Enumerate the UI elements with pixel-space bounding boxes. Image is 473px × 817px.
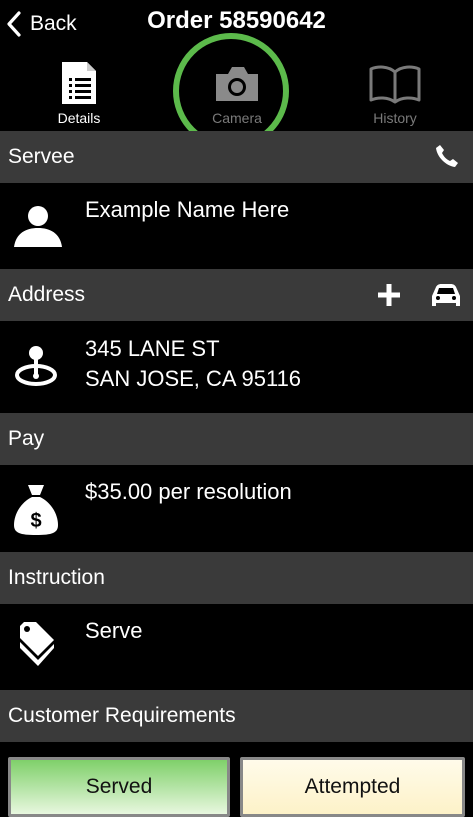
tab-camera[interactable]: Camera bbox=[158, 50, 316, 130]
car-icon[interactable] bbox=[430, 283, 462, 309]
tab-history[interactable]: History bbox=[316, 50, 473, 130]
instruction-header-label: Instruction bbox=[8, 566, 105, 589]
instruction-header: Instruction bbox=[0, 552, 473, 604]
servee-row: Example Name Here bbox=[0, 183, 473, 269]
attempted-button-label: Attempted bbox=[304, 775, 401, 798]
phone-icon[interactable] bbox=[434, 143, 460, 169]
tab-bar: Details Camera History bbox=[0, 50, 473, 130]
pay-row: $ $35.00 per resolution bbox=[0, 465, 473, 552]
plus-icon[interactable] bbox=[376, 282, 402, 308]
servee-name: Example Name Here bbox=[85, 197, 290, 222]
tab-details-label: Details bbox=[57, 110, 101, 126]
tags-icon bbox=[20, 622, 54, 666]
tab-camera-label: Camera bbox=[212, 110, 262, 126]
address-header-label: Address bbox=[8, 283, 86, 306]
served-button-label: Served bbox=[85, 775, 153, 798]
servee-header-label: Servee bbox=[8, 145, 75, 168]
page-title: Order 58590642 bbox=[147, 7, 326, 34]
requirements-header: Customer Requirements bbox=[0, 690, 473, 742]
address-line-2: SAN JOSE, CA 95116 bbox=[85, 366, 302, 391]
tab-history-label: History bbox=[373, 110, 417, 126]
tab-details[interactable]: Details bbox=[0, 50, 158, 130]
servee-header: Servee bbox=[0, 131, 473, 183]
open-book-icon bbox=[369, 65, 421, 104]
map-pin-icon bbox=[15, 346, 57, 386]
pay-header-label: Pay bbox=[8, 427, 45, 450]
svg-text:$: $ bbox=[30, 510, 41, 532]
address-row: 345 LANE ST SAN JOSE, CA 95116 bbox=[0, 321, 473, 413]
address-header: Address bbox=[0, 269, 473, 321]
pay-header: Pay bbox=[0, 413, 473, 465]
nav-bar: Back Order 58590642 bbox=[0, 0, 473, 48]
requirements-header-label: Customer Requirements bbox=[8, 704, 236, 727]
document-list-icon bbox=[62, 62, 96, 104]
money-bag-icon: $ bbox=[14, 485, 58, 535]
instruction-row: Serve bbox=[0, 604, 473, 690]
person-icon bbox=[14, 206, 62, 247]
camera-icon bbox=[216, 67, 258, 101]
attempted-button[interactable]: Attempted bbox=[240, 757, 465, 817]
pay-amount: $35.00 per resolution bbox=[85, 479, 292, 504]
served-button[interactable]: Served bbox=[8, 757, 230, 817]
instruction-text: Serve bbox=[85, 618, 143, 643]
address-line-1: 345 LANE ST bbox=[85, 336, 220, 361]
